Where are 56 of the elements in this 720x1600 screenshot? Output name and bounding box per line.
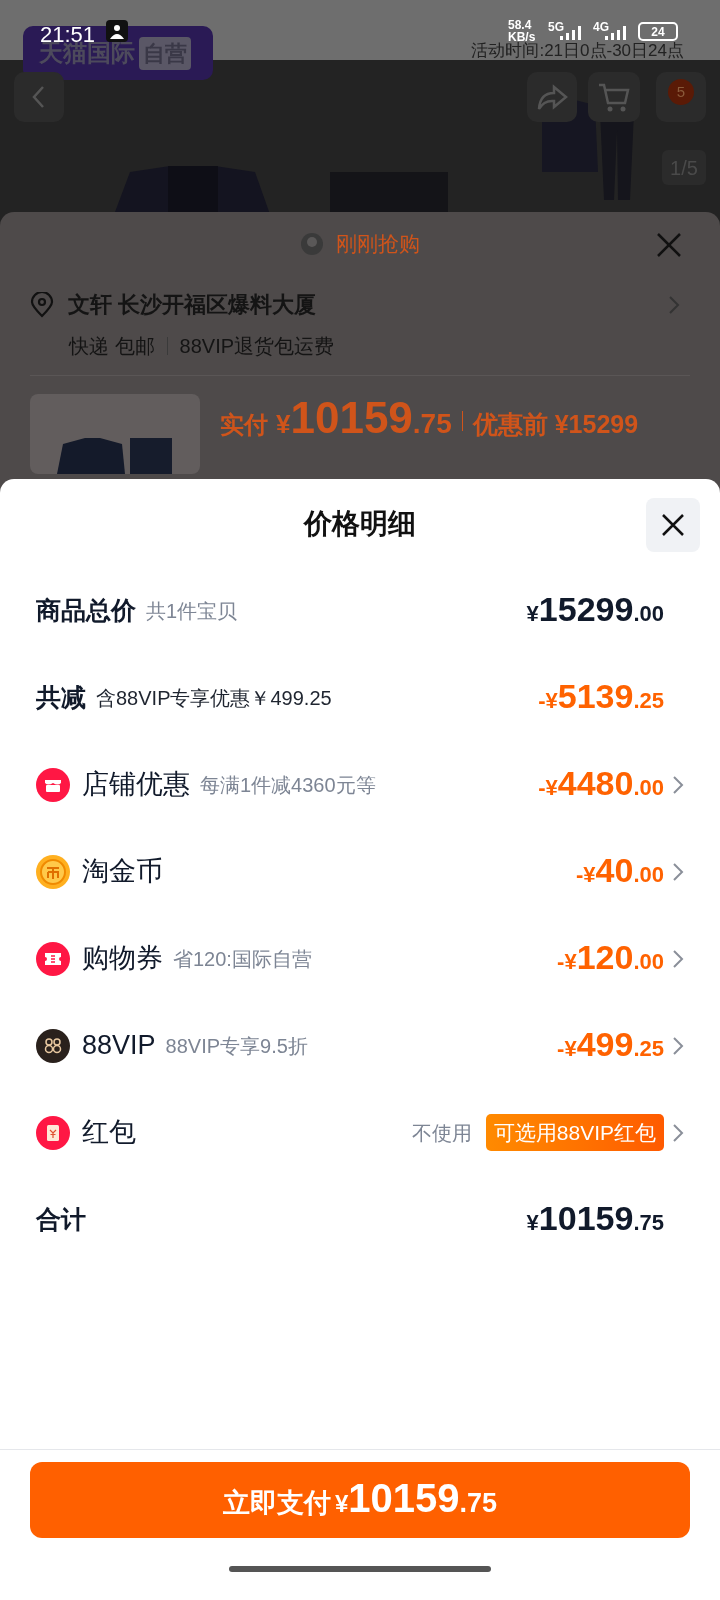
- network-speed: 58.4: [508, 19, 533, 31]
- packet-tag[interactable]: 可选用88VIP红包: [485, 1113, 664, 1152]
- price-decimal: .75: [412, 407, 452, 441]
- battery-level: 24: [651, 25, 665, 38]
- cart-icon: [597, 81, 631, 113]
- location-icon: [30, 291, 54, 318]
- row-note: 省120:国际自营: [173, 946, 312, 972]
- close-icon: [656, 232, 682, 258]
- envelope-icon: [36, 1115, 70, 1150]
- close-icon: [661, 513, 685, 537]
- row-label: 共减: [36, 681, 86, 713]
- sheet-title: 刚刚抢购: [336, 231, 420, 258]
- share-icon: [536, 83, 568, 111]
- row-note: 含88VIP专享优惠￥499.25: [96, 685, 332, 711]
- activity-time: 活动时间:21日0点-30日24点: [471, 41, 684, 62]
- shop-icon: [36, 767, 70, 802]
- original-price: 优惠前 ¥15299: [472, 409, 639, 440]
- row-note: 共1件宝贝: [146, 598, 238, 624]
- network-type: 4G: [593, 19, 609, 36]
- row-label: 购物券: [82, 942, 163, 976]
- row-note: 每满1件减4360元等: [200, 772, 376, 798]
- back-button[interactable]: [14, 72, 64, 122]
- amount-text: -¥120.00: [557, 939, 664, 978]
- network-type: 5G: [548, 19, 564, 36]
- row-note: 88VIP专享9.5折: [165, 1033, 308, 1059]
- row-label: 店铺优惠: [82, 768, 190, 802]
- row-label: 淘金币: [82, 855, 163, 889]
- address-text[interactable]: 文轩 长沙开福区爆料大厦: [68, 288, 654, 321]
- badge-icon: [36, 1028, 70, 1063]
- currency-symbol: ¥: [276, 409, 291, 441]
- share-button[interactable]: [527, 72, 577, 122]
- row-label: 合计: [36, 1203, 86, 1235]
- pay-button[interactable]: 立即支付¥10159.75: [30, 1462, 690, 1538]
- shipping-text: 快递 包邮: [69, 334, 155, 359]
- amount-text: -¥499.25: [557, 1026, 664, 1065]
- amount-text: -¥40.00: [576, 852, 664, 891]
- row-label: 88VIP: [82, 1029, 156, 1063]
- ticket-icon: [36, 941, 70, 976]
- row-label: 商品总价: [36, 594, 136, 626]
- close-button[interactable]: [646, 498, 700, 552]
- sheet-title: 价格明细: [304, 507, 416, 541]
- speed-unit: KB/s: [508, 31, 536, 43]
- avatar-icon: [300, 232, 324, 256]
- row-label: 红包: [82, 1116, 136, 1150]
- cart-button[interactable]: [588, 72, 640, 122]
- amount-text: -¥4480.00: [538, 765, 664, 804]
- option-value[interactable]: 不使用: [411, 1117, 472, 1148]
- notification-icon: [106, 20, 128, 42]
- price-label: 实付: [220, 410, 268, 440]
- amount-text: -¥5139.25: [538, 678, 664, 717]
- coin-icon: [36, 854, 70, 889]
- chevron-right-icon: [668, 294, 680, 315]
- amount-text: ¥10159.75: [526, 1200, 664, 1239]
- amount-text: ¥15299.00: [526, 591, 664, 630]
- price-integer: 10159: [290, 396, 413, 440]
- return-note: 88VIP退货包运费: [179, 334, 335, 359]
